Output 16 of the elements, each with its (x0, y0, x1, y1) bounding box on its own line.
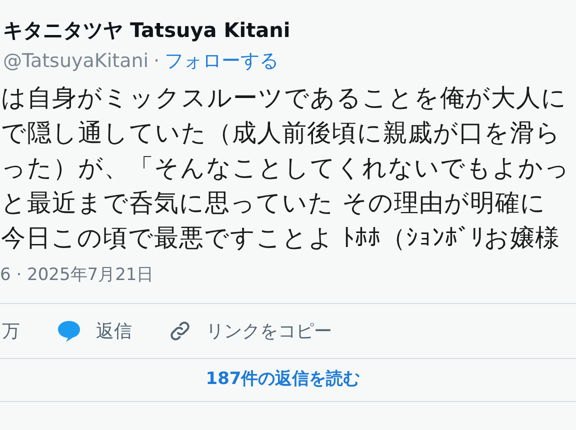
separator: · (154, 49, 160, 73)
read-replies-link[interactable]: 187件の返信を読む (206, 367, 360, 393)
timestamp[interactable]: 6 · 2025年7月21日 (0, 263, 154, 289)
tweet-text-line: 今日この頃で最悪ですことよ ﾄﾎﾎ（ｼｮﾝﾎﾞﾘお嬢様 (0, 222, 561, 254)
author-handle: @TatsuyaKitani (3, 49, 149, 73)
tweet-text-line: と最近まで呑気に思っていた その理由が明確に (0, 187, 547, 219)
tweet-text-line: った）が、「そんなことしてくれないでもよかっ (0, 152, 571, 184)
tweet-text-line: で隠し通していた（成人前後頃に親戚が口を滑ら (0, 117, 562, 149)
like-count[interactable]: 万 (2, 318, 20, 344)
author-name: キタニタツヤ Tatsuya Kitani (3, 17, 292, 43)
link-icon (168, 319, 192, 343)
reply-button[interactable]: 返信 (56, 318, 132, 344)
copy-link-button[interactable]: リンクをコピー (168, 318, 332, 344)
tweet-text-line: は自身がミックスルーツであることを俺が大人に (0, 82, 568, 114)
speech-bubble-icon (56, 319, 82, 343)
follow-link[interactable]: フォローする (164, 49, 279, 73)
